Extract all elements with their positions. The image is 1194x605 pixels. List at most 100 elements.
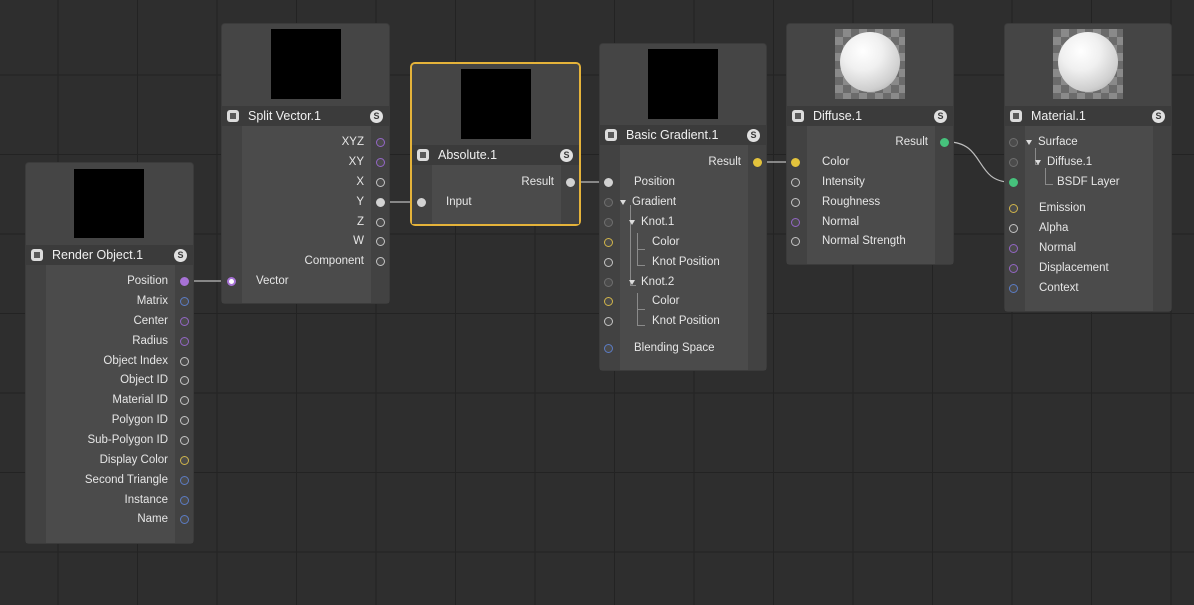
port-name[interactable]: Name [137, 509, 189, 529]
port-input[interactable]: Input [417, 192, 472, 212]
port-dot[interactable] [1009, 203, 1018, 213]
port-roughness[interactable]: Roughness [791, 192, 880, 212]
port-dot[interactable] [376, 177, 385, 187]
port-dot[interactable] [376, 197, 385, 207]
port-dot[interactable] [604, 343, 613, 353]
node-header[interactable]: Render Object.1 S [26, 245, 193, 265]
port-xy[interactable]: XY [349, 152, 385, 172]
port-dot[interactable] [180, 336, 189, 346]
port-knot-2-color[interactable]: Color [604, 291, 679, 311]
port-xyz[interactable]: XYZ [342, 132, 385, 152]
node-render-object[interactable]: Render Object.1 S Position Matrix Center… [26, 163, 193, 543]
node-header[interactable]: Absolute.1 S [412, 145, 579, 165]
port-knot-1[interactable]: Knot.1 [604, 212, 674, 232]
port-matrix[interactable]: Matrix [137, 291, 189, 311]
port-knot-2-position[interactable]: Knot Position [604, 311, 720, 331]
port-dot[interactable] [180, 514, 189, 524]
expand-arrow-icon[interactable] [1035, 159, 1041, 165]
node-split-vector[interactable]: Split Vector.1 S XYZ XY X Y Z W Componen… [222, 24, 389, 303]
node-header[interactable]: Split Vector.1 S [222, 106, 389, 126]
node-basic-gradient[interactable]: Basic Gradient.1 S Result Position Gradi… [600, 44, 766, 370]
port-position[interactable]: Position [127, 271, 189, 291]
port-intensity[interactable]: Intensity [791, 172, 865, 192]
port-dot[interactable] [417, 197, 426, 207]
port-result[interactable]: Result [521, 172, 575, 192]
port-component[interactable]: Component [305, 251, 385, 271]
port-dot[interactable] [1009, 223, 1018, 233]
node-absolute[interactable]: Absolute.1 S Result Input [412, 64, 579, 224]
port-dot[interactable] [604, 296, 613, 306]
port-display-color[interactable]: Display Color [100, 450, 189, 470]
port-center[interactable]: Center [133, 311, 189, 331]
port-dot[interactable] [791, 177, 800, 187]
port-instance[interactable]: Instance [125, 490, 189, 510]
solo-icon[interactable]: S [370, 109, 383, 123]
port-dot[interactable] [180, 395, 189, 405]
port-dot[interactable] [604, 177, 613, 187]
port-dot[interactable] [940, 137, 949, 147]
port-w[interactable]: W [353, 231, 385, 251]
port-dot[interactable] [376, 236, 385, 246]
port-position[interactable]: Position [604, 172, 675, 192]
node-diffuse[interactable]: Diffuse.1 S Result Color Intensity Rough… [787, 24, 953, 264]
port-dot[interactable] [604, 197, 613, 207]
port-dot[interactable] [604, 316, 613, 326]
port-knot-1-color[interactable]: Color [604, 232, 679, 252]
port-knot-1-position[interactable]: Knot Position [604, 252, 720, 272]
port-dot[interactable] [180, 475, 189, 485]
port-alpha[interactable]: Alpha [1009, 218, 1068, 238]
port-gradient[interactable]: Gradient [604, 192, 676, 212]
port-dot[interactable] [180, 435, 189, 445]
port-radius[interactable]: Radius [132, 331, 189, 351]
port-dot[interactable] [1009, 157, 1018, 167]
expand-arrow-icon[interactable] [629, 279, 635, 285]
port-sub-polygon-id[interactable]: Sub-Polygon ID [87, 430, 189, 450]
expand-arrow-icon[interactable] [629, 219, 635, 225]
port-dot[interactable] [227, 276, 236, 286]
port-dot[interactable] [376, 157, 385, 167]
solo-icon[interactable]: S [560, 148, 573, 162]
port-dot[interactable] [604, 277, 613, 287]
port-object-id[interactable]: Object ID [120, 370, 189, 390]
expand-arrow-icon[interactable] [620, 199, 626, 205]
port-color[interactable]: Color [791, 152, 849, 172]
port-vector[interactable]: Vector [227, 271, 289, 291]
solo-icon[interactable]: S [934, 109, 947, 123]
port-dot[interactable] [1009, 263, 1018, 273]
port-result[interactable]: Result [708, 152, 762, 172]
port-diffuse-layer[interactable]: Diffuse.1 [1009, 152, 1092, 172]
node-material[interactable]: Material.1 S Surface Diffuse.1 BSDF Laye… [1005, 24, 1171, 311]
port-normal[interactable]: Normal [1009, 238, 1076, 258]
port-dot[interactable] [566, 177, 575, 187]
port-dot[interactable] [753, 157, 762, 167]
port-dot[interactable] [180, 356, 189, 366]
port-material-id[interactable]: Material ID [112, 390, 189, 410]
port-dot[interactable] [180, 495, 189, 505]
port-dot[interactable] [791, 157, 800, 167]
port-dot[interactable] [376, 217, 385, 227]
port-surface[interactable]: Surface [1009, 132, 1078, 152]
port-dot[interactable] [180, 375, 189, 385]
expand-arrow-icon[interactable] [1026, 139, 1032, 145]
solo-icon[interactable]: S [174, 248, 187, 262]
solo-icon[interactable]: S [747, 128, 760, 142]
port-result[interactable]: Result [895, 132, 949, 152]
port-dot[interactable] [791, 197, 800, 207]
port-dot[interactable] [1009, 177, 1018, 187]
port-dot[interactable] [604, 237, 613, 247]
port-dot[interactable] [180, 316, 189, 326]
port-bsdf-layer[interactable]: BSDF Layer [1009, 172, 1120, 192]
port-dot[interactable] [791, 217, 800, 227]
solo-icon[interactable]: S [1152, 109, 1165, 123]
port-z[interactable]: Z [357, 212, 385, 232]
port-dot[interactable] [180, 276, 189, 286]
port-dot[interactable] [1009, 137, 1018, 147]
node-header[interactable]: Basic Gradient.1 S [600, 125, 766, 145]
port-polygon-id[interactable]: Polygon ID [112, 410, 189, 430]
port-context[interactable]: Context [1009, 278, 1079, 298]
node-header[interactable]: Diffuse.1 S [787, 106, 953, 126]
port-dot[interactable] [1009, 243, 1018, 253]
port-dot[interactable] [180, 296, 189, 306]
port-second-triangle[interactable]: Second Triangle [85, 470, 189, 490]
port-dot[interactable] [604, 217, 613, 227]
